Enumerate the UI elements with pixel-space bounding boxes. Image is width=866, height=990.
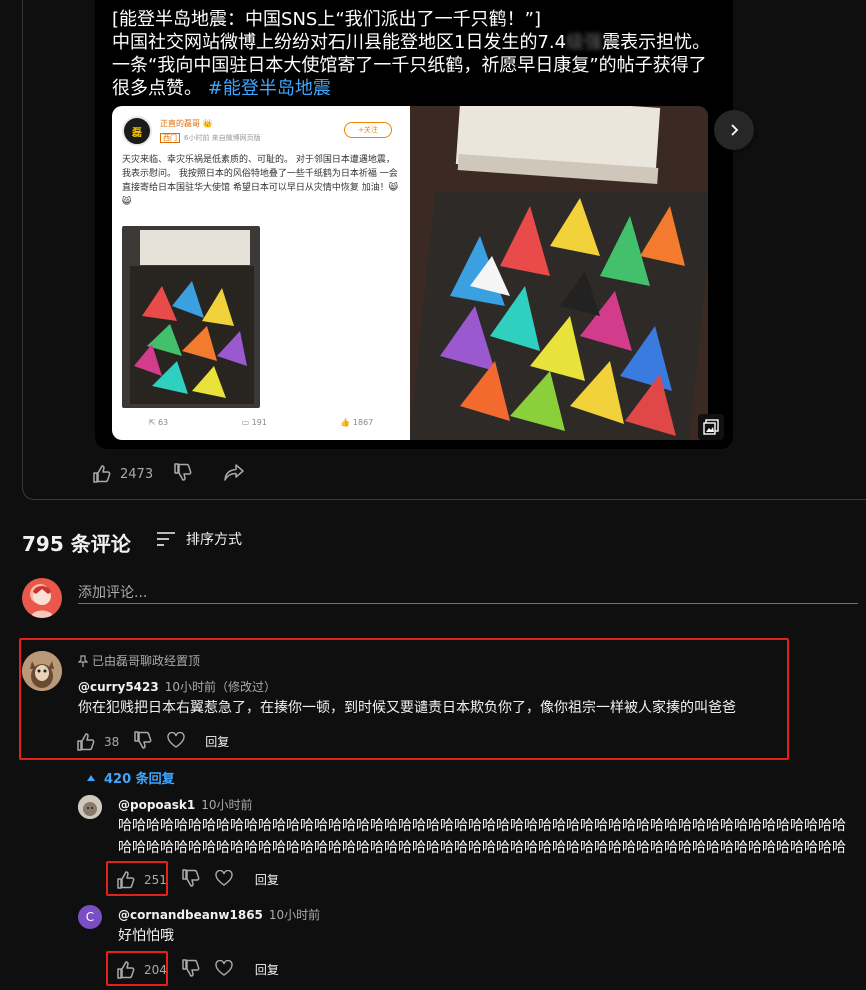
thumbs-down-icon [182, 869, 200, 887]
reply-heart-button[interactable] [215, 869, 233, 889]
sort-label: 排序方式 [186, 532, 242, 548]
post-dislike-button[interactable] [173, 462, 193, 486]
reply-time: 10小时前 [268, 908, 321, 922]
caret-up-icon [87, 774, 95, 781]
heart-icon [215, 869, 233, 886]
sort-button[interactable]: 排序方式 [156, 529, 242, 549]
comment-like-count: 38 [104, 734, 120, 749]
pinned-label: 已由磊哥聊政经置顶 [78, 652, 200, 669]
reply-reply-button[interactable]: 回复 [255, 871, 279, 888]
thumbs-up-icon [93, 465, 111, 483]
post-line-3: 一条“我向中国驻日本大使馆寄了一千只纸鹤，祈愿早日康复”的帖子获得了 [112, 55, 707, 76]
paper-cranes-photo[interactable] [410, 106, 708, 440]
reply-avatar[interactable]: C [78, 905, 102, 929]
weibo-comments: ▭ 191 [241, 418, 267, 427]
reply-like-button[interactable]: 251 [116, 870, 167, 890]
reply-text: 好怕怕哦 [118, 928, 174, 944]
reply-author[interactable]: @popoask1 10小时前 [118, 796, 253, 813]
reply-like-count: 251 [144, 872, 167, 887]
comment-heart-button[interactable] [167, 731, 185, 751]
thumbs-down-icon [182, 959, 200, 977]
weibo-meta: 西门 6小时前 来自微博网页版 [160, 133, 261, 143]
weibo-screenshot-image[interactable]: 磊 正直的磊哥 👑 西门 6小时前 来自微博网页版 +关注 天灾来临、幸灾乐祸是低… [112, 106, 410, 440]
thumbs-up-icon [77, 732, 95, 751]
sort-icon [157, 532, 175, 546]
heart-icon [215, 959, 233, 976]
reply-reply-button[interactable]: 回复 [255, 961, 279, 978]
comment-avatar[interactable] [22, 651, 62, 691]
reply-time: 10小时前 [201, 798, 253, 812]
next-image-button[interactable] [714, 110, 754, 150]
post-line-2: 中国社交网站微博上纷纷对石川县能登地区1日发生的7.4级强震表示担忧。 [112, 32, 711, 53]
reply-heart-button[interactable] [215, 959, 233, 979]
post-text: [能登半岛地震：中国SNS上“我们派出了一千只鹤！”] 中国社交网站微博上纷纷对… [112, 8, 712, 100]
reply-like-count: 204 [144, 962, 167, 977]
replies-toggle[interactable]: 420 条回复 [86, 768, 175, 787]
post-share-button[interactable] [223, 462, 245, 486]
reply-actions: 204 回复 [116, 958, 279, 981]
post-like-button[interactable]: 2473 [92, 464, 153, 484]
reply-like-button[interactable]: 204 [116, 960, 167, 980]
hashtag-link[interactable]: #能登半岛地震 [208, 78, 331, 99]
blurred-text: 级强 [566, 32, 603, 53]
heart-icon [167, 731, 185, 748]
weibo-follow-button: +关注 [344, 122, 392, 138]
chevron-right-icon [731, 124, 739, 136]
weibo-avatar: 磊 [122, 116, 152, 146]
reply-avatar[interactable] [78, 795, 102, 819]
post-actions: 2473 [92, 462, 245, 486]
post-line-1: [能登半岛地震：中国SNS上“我们派出了一千只鹤！”] [112, 9, 542, 30]
weibo-body-text: 天灾来临、幸灾乐祸是低素质的、可耻的。 对于邻国日本遭遇地震，我表示慰问。 我按… [122, 155, 399, 207]
thumbs-up-icon [117, 960, 135, 979]
comment-reply-button[interactable]: 回复 [205, 733, 229, 750]
comment-actions: 38 回复 [76, 730, 229, 753]
comment-dislike-button[interactable] [133, 730, 153, 753]
comment-like-button[interactable]: 38 [76, 732, 119, 752]
reply-text: 哈哈哈哈哈哈哈哈哈哈哈哈哈哈哈哈哈哈哈哈哈哈哈哈哈哈哈哈哈哈哈哈哈哈哈哈哈哈哈哈… [118, 818, 846, 856]
weibo-reposts: ⇱ 63 [148, 418, 169, 427]
add-comment-input[interactable]: 添加评论... [78, 580, 858, 604]
post-line-4: 很多点赞。 #能登半岛地震 [112, 78, 331, 99]
thumbs-down-icon [174, 463, 192, 481]
post-like-count: 2473 [120, 466, 154, 482]
reply-dislike-button[interactable] [181, 958, 201, 981]
weibo-username: 正直的磊哥 👑 [160, 119, 213, 128]
comments-count: 795 条评论 [22, 532, 131, 556]
weibo-likes: 👍 1867 [340, 418, 374, 427]
reply-dislike-button[interactable] [181, 868, 201, 891]
reply-actions: 251 回复 [116, 868, 279, 891]
pin-icon [78, 654, 88, 667]
comment-time: 10小时前（修改过） [164, 680, 276, 694]
weibo-stats: ⇱ 63 ▭ 191 👍 1867 [112, 418, 410, 427]
gallery-icon[interactable] [698, 414, 724, 440]
comment-author[interactable]: @curry5423 10小时前（修改过） [78, 678, 276, 695]
thumbs-up-icon [117, 870, 135, 889]
current-user-avatar [22, 578, 62, 618]
share-icon [224, 464, 244, 481]
comment-text: 你在犯贱把日本右翼惹急了，在揍你一顿，到时候又要谴责日本欺负你了，像你祖宗一样被… [78, 700, 736, 716]
weibo-thumbnail-photo [122, 226, 260, 408]
thumbs-down-icon [134, 731, 152, 749]
reply-author[interactable]: @cornandbeanw1865 10小时前 [118, 906, 320, 923]
